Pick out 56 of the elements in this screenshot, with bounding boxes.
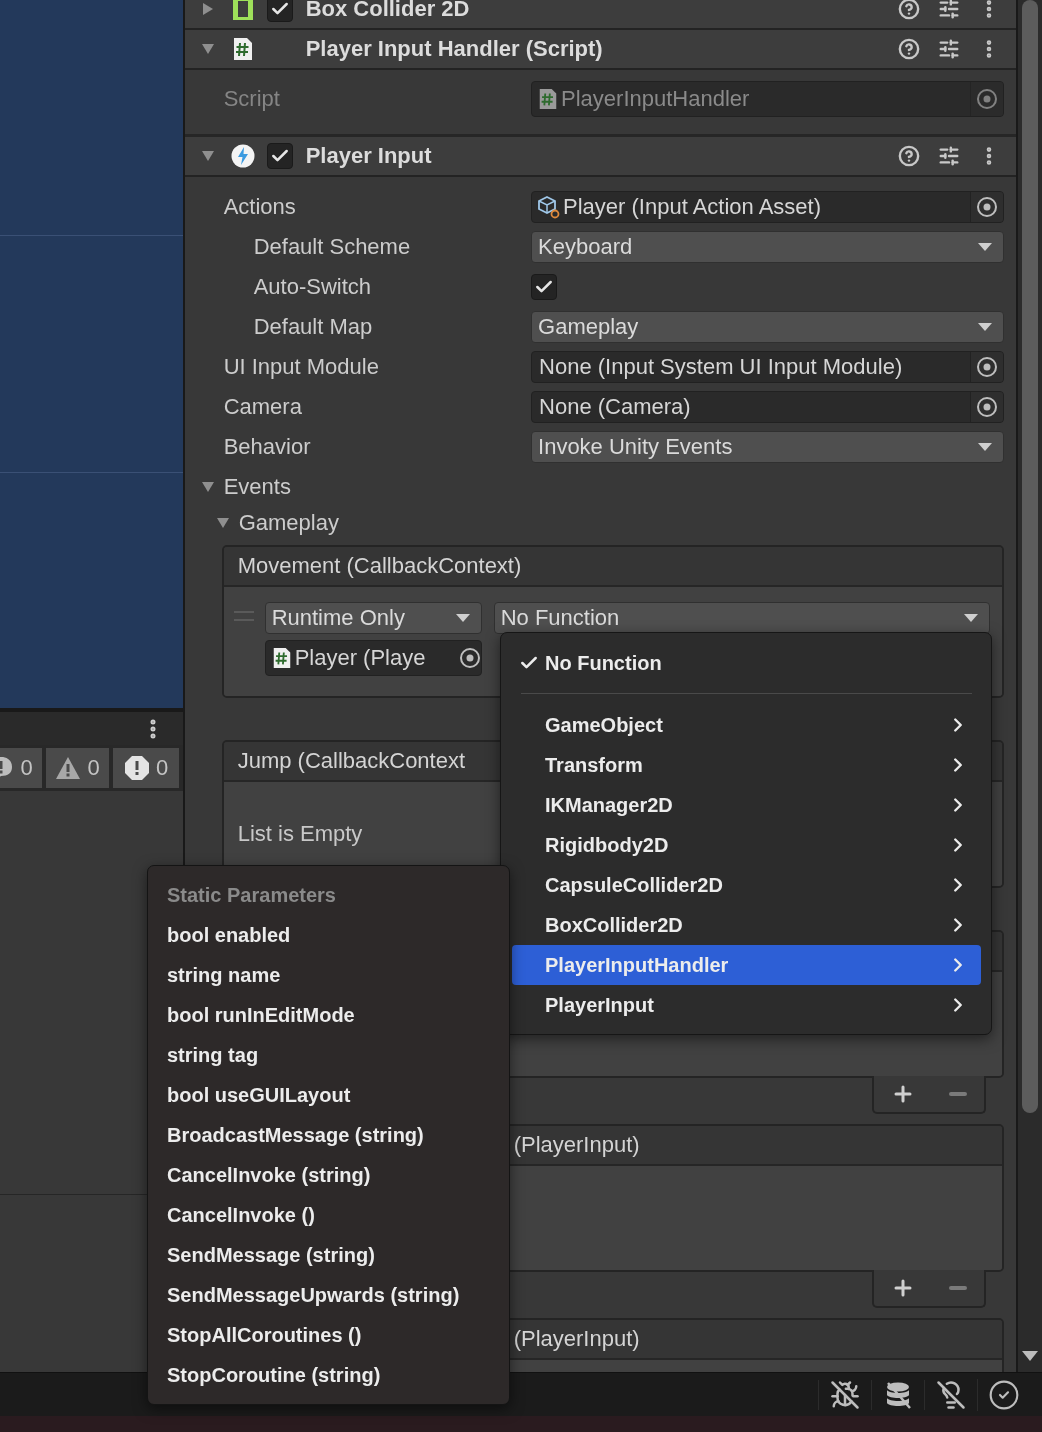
component-title: Player Input <box>305 143 433 169</box>
menu-heading: Static Parameters <box>167 883 336 907</box>
menu-item[interactable]: bool enabled <box>167 915 499 955</box>
property-label: UI Input Module <box>223 354 380 380</box>
component-header[interactable]: Box Collider 2D <box>184 0 1017 30</box>
component-title: Player Input Handler (Script) <box>305 36 604 62</box>
menu-item[interactable]: bool runInEditMode <box>167 995 499 1035</box>
event-title: (PlayerInput) <box>513 1132 640 1158</box>
empty-list-text: List is Empty <box>237 821 363 847</box>
menu-item[interactable]: SendMessage (string) <box>167 1235 499 1275</box>
component-header[interactable]: Player Input Handler (Script) <box>184 30 1017 70</box>
component-header[interactable]: Player Input <box>184 137 1017 177</box>
object-field[interactable]: None (Input System UI Input Module) <box>531 351 1005 383</box>
menu-item[interactable]: Transform <box>512 745 981 785</box>
menu-item[interactable]: CancelInvoke () <box>167 1195 499 1235</box>
dropdown[interactable]: Runtime Only <box>264 602 482 634</box>
menu-item[interactable]: No Function <box>512 643 981 683</box>
component-title: Box Collider 2D <box>305 0 471 22</box>
menu-item[interactable]: bool useGUILayout <box>167 1075 499 1115</box>
object-field[interactable]: Player (Input Action Asset) <box>531 191 1005 223</box>
foldout-label[interactable]: Events <box>223 474 1017 500</box>
foldout-label[interactable]: Gameplay <box>238 510 1017 536</box>
menu-item[interactable]: BroadcastMessage (string) <box>167 1115 499 1155</box>
dropdown[interactable]: Keyboard <box>531 231 1005 263</box>
count-toggle[interactable]: 0 <box>113 748 179 788</box>
count-toggle[interactable]: 0 <box>0 748 42 788</box>
menu-item[interactable]: BoxCollider2D <box>512 905 981 945</box>
menu-item[interactable]: string tag <box>167 1035 499 1075</box>
menu-item[interactable]: string name <box>167 955 499 995</box>
menu-item[interactable]: StopAllCoroutines () <box>167 1315 499 1355</box>
property-label: Actions <box>223 194 297 220</box>
menu-item[interactable]: PlayerInput <box>512 985 981 1025</box>
object-field: PlayerInputHandler <box>531 81 1005 117</box>
event-title: Jump (CallbackContext <box>237 748 466 774</box>
property-label: Default Map <box>253 314 374 340</box>
menu-item[interactable]: PlayerInputHandler <box>512 945 981 985</box>
dropdown[interactable]: Gameplay <box>531 311 1005 343</box>
event-title: (PlayerInput) <box>513 1326 640 1352</box>
property-label: Camera <box>223 394 303 420</box>
property-label: Script <box>223 86 281 112</box>
menu-item[interactable]: SendMessageUpwards (string) <box>167 1275 499 1315</box>
event-title: Movement (CallbackContext) <box>237 553 522 579</box>
menu-item[interactable]: CancelInvoke (string) <box>167 1155 499 1195</box>
menu-item[interactable]: Rigidbody2D <box>512 825 981 865</box>
dropdown[interactable]: No Function <box>493 602 991 634</box>
menu-item[interactable]: IKManager2D <box>512 785 981 825</box>
property-label: Auto-Switch <box>253 274 373 300</box>
object-field[interactable]: None (Camera) <box>531 391 1005 423</box>
property-label: Behavior <box>223 434 312 460</box>
menu-item[interactable]: StopCoroutine (string) <box>167 1355 499 1395</box>
dropdown[interactable]: Invoke Unity Events <box>531 431 1005 463</box>
object-field[interactable]: Player (Playe <box>264 640 482 676</box>
count-toggle[interactable]: 0 <box>46 748 109 788</box>
menu-item[interactable]: CapsuleCollider2D <box>512 865 981 905</box>
menu-item[interactable]: GameObject <box>512 705 981 745</box>
property-label: Default Scheme <box>253 234 412 260</box>
